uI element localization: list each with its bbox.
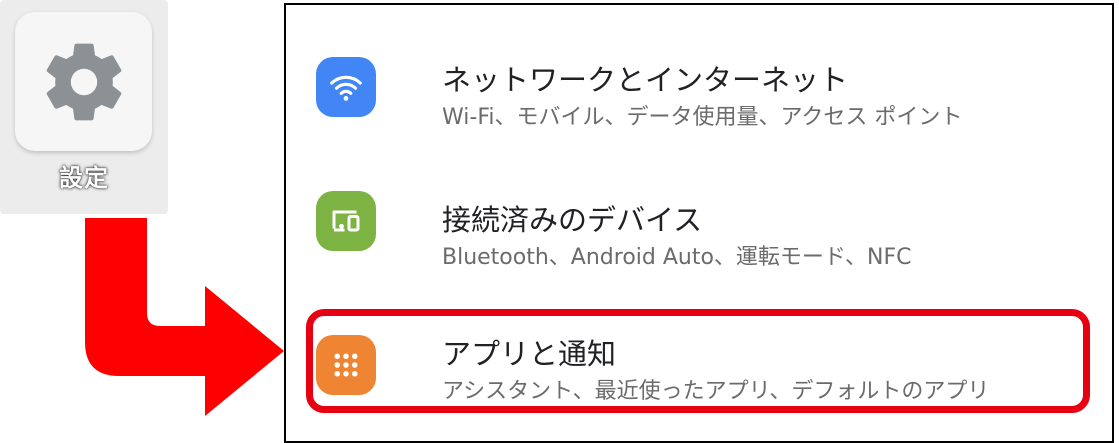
settings-item-network[interactable]: ネットワークとインターネット Wi-Fi、モバイル、データ使用量、アクセス ポイ… [286, 27, 1112, 147]
red-arrow-annotation [85, 218, 284, 416]
settings-item-title: ネットワークとインターネット [442, 63, 849, 97]
settings-item-title: 接続済みのデバイス [442, 203, 703, 237]
connected-devices-icon [316, 191, 376, 251]
settings-item-subtitle: Bluetooth、Android Auto、運転モード、NFC [442, 245, 912, 270]
wifi-icon [316, 57, 376, 117]
highlight-box-annotation [306, 309, 1090, 413]
settings-item-connected-devices[interactable]: 接続済みのデバイス Bluetooth、Android Auto、運転モード、N… [286, 163, 1112, 283]
settings-item-subtitle: Wi-Fi、モバイル、データ使用量、アクセス ポイント [442, 105, 963, 130]
